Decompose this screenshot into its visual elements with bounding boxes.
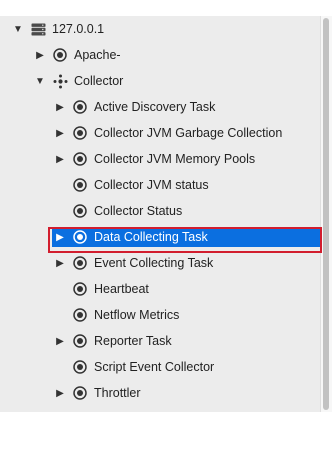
target-icon — [72, 281, 88, 297]
tree-node-root[interactable]: ▼ 127.0.0.1 — [0, 16, 320, 42]
expand-down-icon[interactable]: ▼ — [32, 73, 48, 89]
tree-node-label: Throttler — [94, 386, 141, 400]
expand-right-icon[interactable]: ▶ — [52, 385, 68, 401]
tree-node-collector-status[interactable]: Collector Status — [0, 198, 320, 224]
tree-node-throttler[interactable]: ▶ Throttler — [0, 380, 320, 406]
tree-node-label: Collector JVM Memory Pools — [94, 152, 256, 166]
target-icon — [52, 47, 68, 63]
expand-right-icon[interactable]: ▶ — [52, 333, 68, 349]
tree-node-collector-jvm-memory-pools[interactable]: ▶ Collector JVM Memory Pools — [0, 146, 320, 172]
target-icon — [72, 229, 88, 245]
tree-node-netflow-metrics[interactable]: Netflow Metrics — [0, 302, 320, 328]
cluster-icon — [52, 73, 68, 89]
tree-node-label: Event Collecting Task — [94, 256, 214, 270]
tree-node-reporter-task[interactable]: ▶ Reporter Task — [0, 328, 320, 354]
tree-node-label: Reporter Task — [94, 334, 172, 348]
tree-node-label: Collector JVM status — [94, 178, 209, 192]
expand-right-icon[interactable]: ▶ — [52, 151, 68, 167]
target-icon — [72, 385, 88, 401]
tree-node-label: Apache- — [74, 48, 121, 62]
server-icon — [30, 21, 46, 37]
tree-node-label: Data Collecting Task — [94, 230, 208, 244]
expand-right-icon[interactable]: ▶ — [52, 99, 68, 115]
tree-node-label: Active Discovery Task — [94, 100, 216, 114]
tree-node-script-event-collector[interactable]: Script Event Collector — [0, 354, 320, 380]
tree-node-event-collecting-task[interactable]: ▶ Event Collecting Task — [0, 250, 320, 276]
tree-node-label: Collector JVM Garbage Collection — [94, 126, 283, 140]
target-icon — [72, 203, 88, 219]
tree-node-label: Script Event Collector — [94, 360, 215, 374]
expand-right-icon[interactable]: ▶ — [52, 125, 68, 141]
target-icon — [72, 177, 88, 193]
target-icon — [72, 307, 88, 323]
tree-node-collector-jvm-garbage-collection[interactable]: ▶ Collector JVM Garbage Collection — [0, 120, 320, 146]
tree-node-label: Collector Status — [94, 204, 183, 218]
target-icon — [72, 359, 88, 375]
tree-node-heartbeat[interactable]: Heartbeat — [0, 276, 320, 302]
expand-down-icon[interactable]: ▼ — [10, 21, 26, 37]
tree-node-data-collecting-task[interactable]: ▶ Data Collecting Task — [0, 224, 320, 250]
tree-node-active-discovery-task[interactable]: ▶ Active Discovery Task — [0, 94, 320, 120]
target-icon — [72, 255, 88, 271]
vertical-scrollbar[interactable] — [320, 16, 332, 412]
tree-node-label: Netflow Metrics — [94, 308, 180, 322]
tree-node-apache[interactable]: ▶ Apache- — [0, 42, 320, 68]
tree-node-collector[interactable]: ▼ Collector — [0, 68, 320, 94]
target-icon — [72, 333, 88, 349]
scrollbar-thumb[interactable] — [323, 18, 329, 410]
target-icon — [72, 151, 88, 167]
tree-node-label: Collector — [74, 74, 124, 88]
expand-right-icon[interactable]: ▶ — [52, 255, 68, 271]
tree-node-label: Heartbeat — [94, 282, 149, 296]
tree-node-collector-jvm-status[interactable]: Collector JVM status — [0, 172, 320, 198]
expand-right-icon[interactable]: ▶ — [52, 229, 68, 245]
target-icon — [72, 125, 88, 141]
expand-right-icon[interactable]: ▶ — [32, 47, 48, 63]
tree-node-label: 127.0.0.1 — [52, 22, 105, 36]
resource-tree: ▼ 127.0.0.1 ▶ Apache- ▼ Collector ▶ Acti… — [0, 16, 320, 406]
target-icon — [72, 99, 88, 115]
